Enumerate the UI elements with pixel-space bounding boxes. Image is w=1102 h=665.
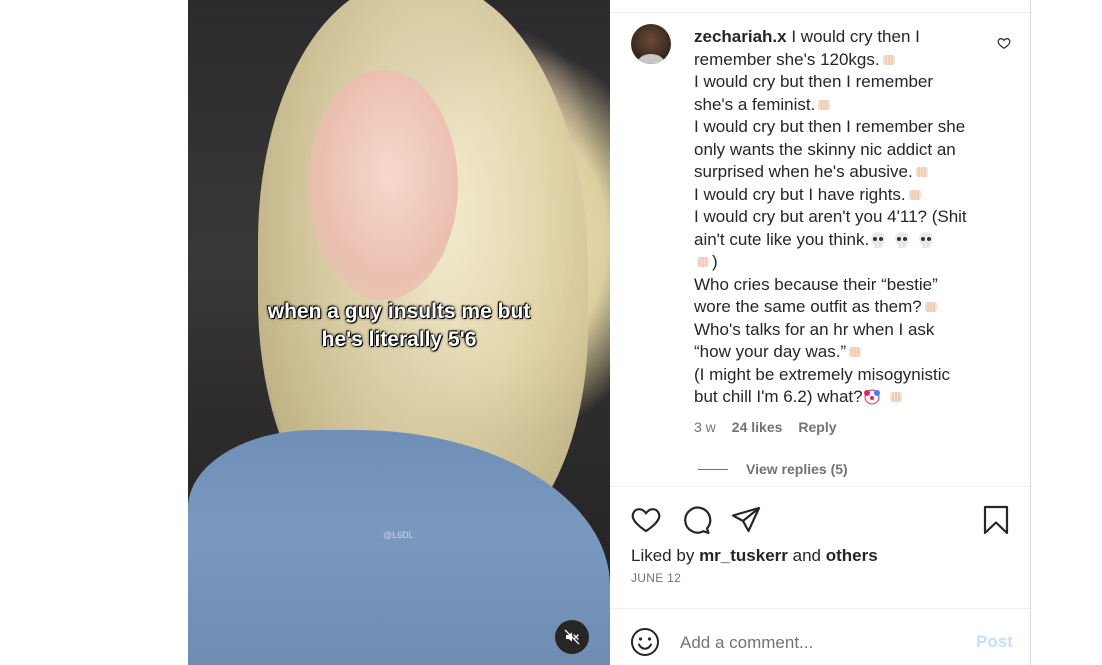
view-replies-label: View replies (5) bbox=[746, 461, 848, 477]
skull-emoji bbox=[871, 231, 886, 248]
skull-emoji bbox=[919, 231, 934, 248]
avatar[interactable] bbox=[631, 24, 671, 64]
comment-text: I would cry but then I remember bbox=[694, 72, 934, 91]
comment-line: she's a feminist. bbox=[694, 94, 990, 117]
view-replies-line bbox=[698, 468, 728, 470]
clown-emoji bbox=[863, 389, 880, 405]
comment-line: remember she's 120kgs. bbox=[694, 49, 990, 72]
comment-text: ) bbox=[712, 252, 718, 271]
comment-line: (I might be extremely misogynistic bbox=[694, 364, 990, 387]
comment-line: “how your day was.” bbox=[694, 341, 990, 364]
comment-age: 3 w bbox=[694, 419, 716, 435]
comment-text: surprised when he's abusive. bbox=[694, 162, 913, 181]
comment-line: only wants the skinny nic addict an bbox=[694, 139, 990, 162]
fist-bump-emoji bbox=[697, 257, 709, 267]
comment-input[interactable] bbox=[680, 630, 960, 656]
fist-bump-emoji bbox=[882, 54, 895, 65]
comment-text: (I might be extremely misogynistic bbox=[694, 364, 951, 384]
post-actions-bar bbox=[630, 504, 1012, 536]
avatar-shirt bbox=[637, 54, 665, 64]
liked-by-user-link[interactable]: mr_tuskerr bbox=[699, 546, 788, 565]
post-button[interactable]: Post bbox=[976, 632, 1013, 652]
video-watermark: @L6DL bbox=[383, 530, 414, 540]
divider bbox=[610, 608, 1030, 609]
fist-bump-emoji bbox=[915, 167, 928, 177]
post-details-panel: zechariah.x I would cry then I remember … bbox=[610, 0, 1031, 665]
emoji-picker-icon[interactable] bbox=[630, 627, 660, 657]
liked-by-prefix: Liked by bbox=[631, 546, 695, 565]
bookmark-icon[interactable] bbox=[980, 504, 1012, 536]
heart-icon[interactable] bbox=[630, 504, 662, 536]
comment-likes[interactable]: 24 likes bbox=[732, 419, 783, 435]
comment-line: ) bbox=[694, 251, 990, 274]
fist-bump-emoji bbox=[908, 189, 921, 200]
comment-line: I would cry but I have rights. bbox=[694, 184, 990, 207]
post-date[interactable]: JUNE 12 bbox=[631, 571, 681, 585]
fist-bump-emoji bbox=[924, 302, 937, 312]
comment-meta: 3 w 24 likes Reply bbox=[694, 419, 837, 435]
comment-line: surprised when he's abusive. bbox=[694, 161, 990, 184]
comment-line: zechariah.x I would cry then I bbox=[694, 26, 990, 49]
comment-icon[interactable] bbox=[680, 504, 712, 536]
comment-line: I would cry but aren't you 4'11? (Shit bbox=[694, 206, 990, 229]
skull-emoji bbox=[895, 231, 910, 248]
comment-line: I would cry but then I remember bbox=[694, 71, 990, 94]
comment-line: Who cries because their “bestie” bbox=[694, 274, 990, 297]
comment-text: wore the same outfit as them? bbox=[694, 297, 922, 316]
comment-line: I would cry but then I remember she bbox=[694, 116, 990, 139]
comment-line: wore the same outfit as them? bbox=[694, 296, 990, 319]
speaker-muted-icon bbox=[564, 629, 580, 645]
share-icon[interactable] bbox=[730, 504, 762, 536]
divider bbox=[610, 486, 1030, 487]
comment-text: I would cry but then I remember she bbox=[694, 117, 966, 136]
comment-line: but chill I'm 6.2) what? bbox=[694, 386, 990, 409]
fist-bump-emoji bbox=[889, 392, 902, 402]
fist-bump-emoji bbox=[849, 347, 862, 357]
comment-line: ain't cute like you think. bbox=[694, 229, 990, 252]
mute-button[interactable] bbox=[555, 620, 589, 654]
comment-text: only wants the skinny nic addict an bbox=[694, 139, 956, 159]
liked-by: Liked by mr_tuskerr and others bbox=[631, 546, 878, 566]
comment-body: zechariah.x I would cry then I remember … bbox=[694, 26, 990, 409]
comment-text: ain't cute like you think. bbox=[694, 229, 870, 249]
comment-text: she's a feminist. bbox=[694, 94, 816, 114]
comment-text: I would cry but aren't you 4'11? (Shit bbox=[694, 207, 967, 226]
liked-by-others-link[interactable]: others bbox=[826, 546, 878, 565]
comment-text: “how your day was.” bbox=[694, 342, 847, 361]
video-player[interactable]: when a guy insults me but he's literally… bbox=[188, 0, 610, 665]
comment-like-heart-icon[interactable] bbox=[997, 36, 1011, 50]
comment-text: I would cry then I bbox=[791, 27, 920, 46]
view-replies-button[interactable]: View replies (5) bbox=[698, 461, 848, 477]
comment-text: but chill I'm 6.2) what? bbox=[694, 387, 863, 406]
fist-bump-emoji bbox=[818, 99, 831, 110]
comment-text: remember she's 120kgs. bbox=[694, 49, 880, 69]
comment-username[interactable]: zechariah.x bbox=[694, 27, 787, 46]
reply-button[interactable]: Reply bbox=[798, 419, 836, 435]
comment-line: Who's talks for an hr when I ask bbox=[694, 319, 990, 342]
comment-text: I would cry but I have rights. bbox=[694, 184, 906, 204]
liked-by-and: and bbox=[792, 546, 821, 565]
video-caption: when a guy insults me but he's literally… bbox=[267, 300, 531, 351]
comment-text: Who's talks for an hr when I ask bbox=[694, 319, 935, 339]
video-frame-face bbox=[308, 70, 458, 300]
divider bbox=[610, 12, 1030, 13]
comment-text: Who cries because their “bestie” bbox=[694, 274, 938, 294]
